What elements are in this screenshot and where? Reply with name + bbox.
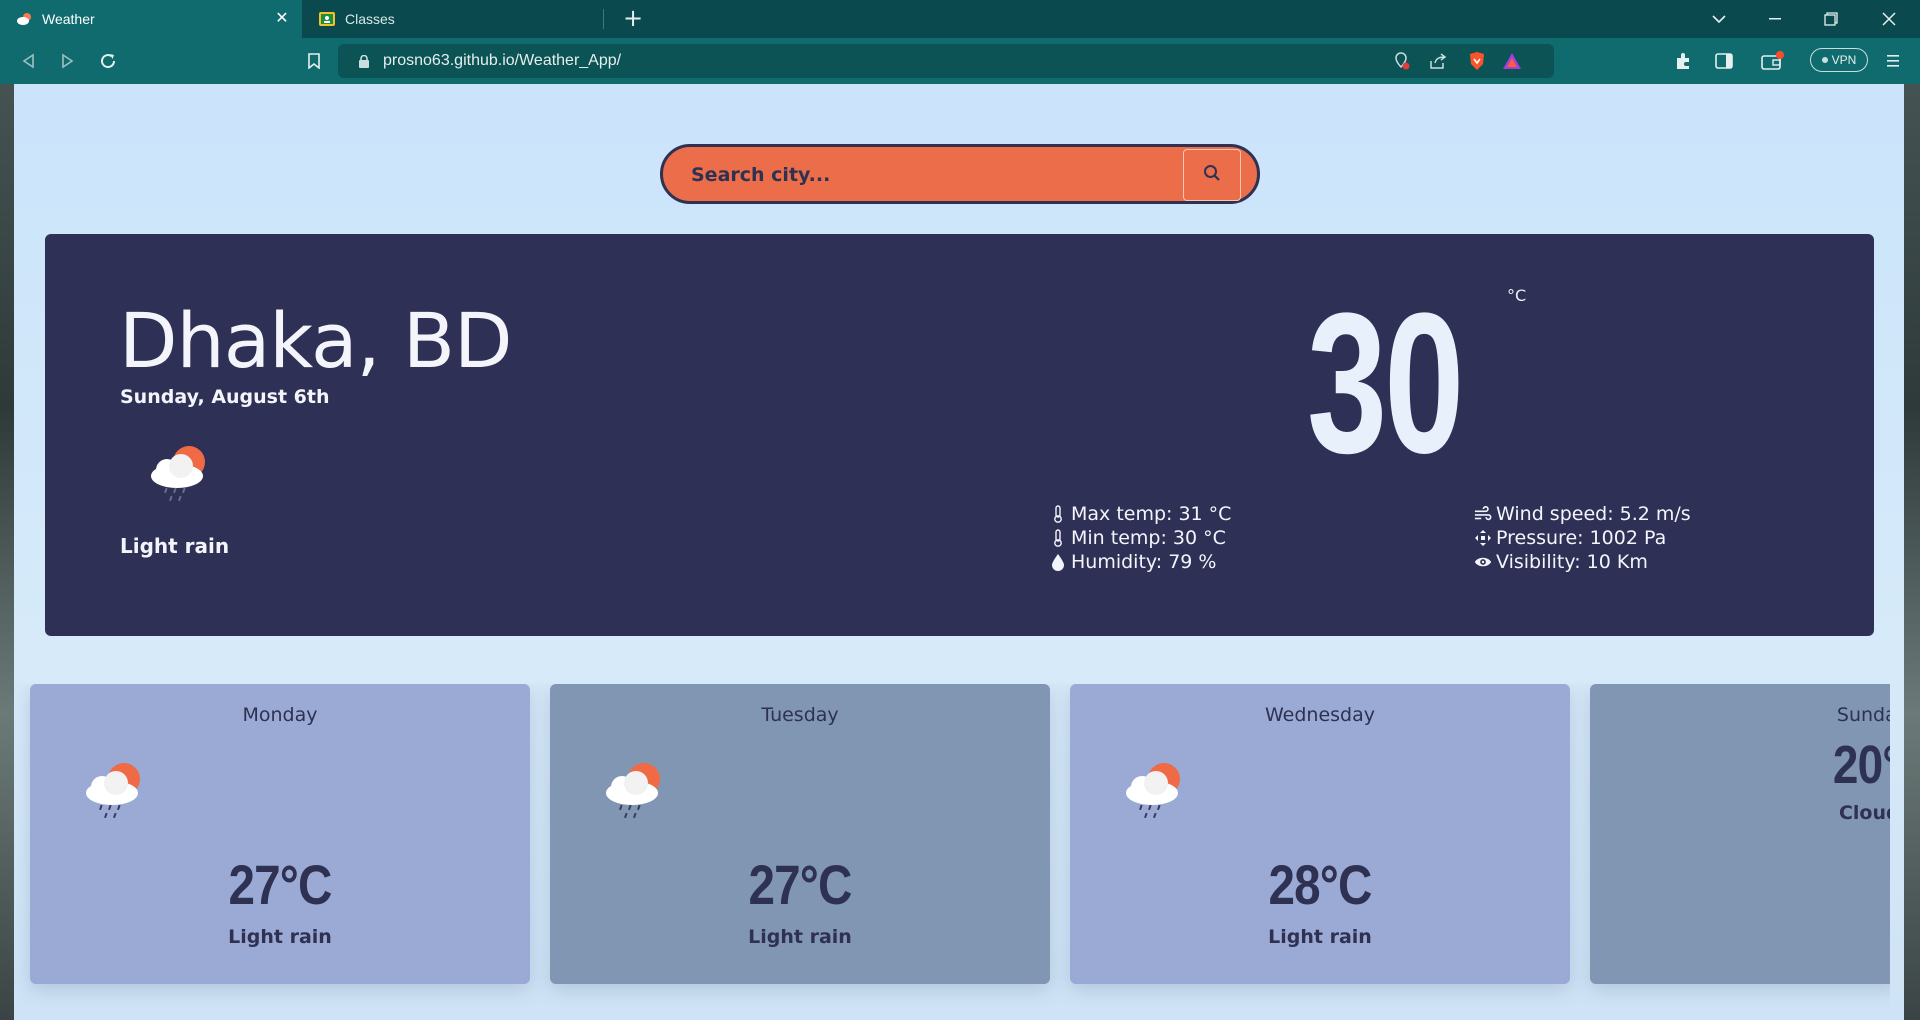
minimize-icon[interactable] bbox=[1752, 0, 1798, 38]
url-text: prosno63.github.io/Weather_App/ bbox=[383, 52, 622, 69]
vpn-button[interactable]: VPN bbox=[1810, 48, 1868, 72]
current-date: Sunday, August 6th bbox=[120, 386, 330, 408]
vpn-label: VPN bbox=[1831, 53, 1857, 67]
max-temp-text: Max temp: 31 °C bbox=[1071, 503, 1232, 525]
thermometer-icon bbox=[1049, 504, 1067, 524]
rain-cloud-sun-icon bbox=[143, 442, 213, 502]
forecast-card-tuesday: Tuesday 27°C Light rain bbox=[550, 684, 1050, 984]
sidebar-icon[interactable] bbox=[1711, 48, 1737, 74]
tab-title: Classes bbox=[345, 11, 395, 27]
wind-speed-stat: Wind speed: 5.2 m/s bbox=[1474, 502, 1691, 526]
forecast-card-sunday: Sunday 20° Cloudy bbox=[1590, 684, 1890, 984]
visibility-stat: Visibility: 10 Km bbox=[1474, 550, 1691, 574]
tab-title: Weather bbox=[42, 11, 95, 27]
rain-cloud-sun-icon bbox=[598, 759, 668, 824]
brave-shields-icon[interactable] bbox=[1467, 51, 1487, 71]
forecast-day: Wednesday bbox=[1264, 704, 1375, 726]
current-weather-card: Dhaka, BD Sunday, August 6th Light rain … bbox=[45, 234, 1874, 636]
new-tab-button[interactable]: + bbox=[620, 6, 646, 32]
tab-weather[interactable]: Weather ✕ bbox=[0, 0, 302, 38]
search-button[interactable] bbox=[1183, 149, 1241, 201]
weather-condition: Light rain bbox=[120, 534, 230, 558]
tab-divider bbox=[603, 9, 604, 29]
forecast-desc: Cloudy bbox=[1838, 802, 1890, 824]
menu-icon[interactable] bbox=[1880, 48, 1906, 74]
forecast-card-monday: Monday 27°C Light rain bbox=[30, 684, 530, 984]
humidity-text: Humidity: 79 % bbox=[1071, 551, 1217, 573]
wind-speed-text: Wind speed: 5.2 m/s bbox=[1496, 503, 1691, 525]
forecast-desc: Light rain bbox=[748, 926, 852, 948]
humidity-stat: Humidity: 79 % bbox=[1049, 550, 1231, 574]
forecast-card-wednesday: Wednesday 28°C Light rain bbox=[1070, 684, 1570, 984]
close-tab-icon[interactable]: ✕ bbox=[272, 9, 292, 29]
thermometer-icon bbox=[1049, 528, 1067, 548]
close-window-icon[interactable] bbox=[1866, 0, 1912, 38]
share-icon[interactable] bbox=[1428, 51, 1448, 71]
pressure-stat: Pressure: 1002 Pa bbox=[1474, 526, 1691, 550]
search-bar bbox=[660, 144, 1260, 204]
wallet-icon[interactable] bbox=[1760, 48, 1786, 74]
vpn-status-dot bbox=[1821, 57, 1828, 63]
max-temp-stat: Max temp: 31 °C bbox=[1049, 502, 1231, 526]
forecast-temp: 27°C bbox=[228, 853, 333, 916]
droplet-icon bbox=[1049, 552, 1067, 572]
forecast-day: Sunday bbox=[1836, 704, 1890, 726]
search-icon bbox=[1203, 164, 1221, 186]
pressure-text: Pressure: 1002 Pa bbox=[1496, 527, 1667, 549]
min-temp-text: Min temp: 30 °C bbox=[1071, 527, 1226, 549]
rain-cloud-sun-icon bbox=[1118, 759, 1188, 824]
reload-icon[interactable] bbox=[94, 48, 122, 74]
forecast-temp: 20° bbox=[1833, 735, 1890, 795]
forecast-day: Monday bbox=[242, 704, 318, 726]
search-input[interactable] bbox=[689, 159, 1173, 191]
weather-page: Dhaka, BD Sunday, August 6th Light rain … bbox=[14, 84, 1904, 1020]
browser-toolbar: prosno63.github.io/Weather_App/ VPN bbox=[0, 38, 1920, 84]
forward-icon[interactable] bbox=[54, 48, 82, 74]
stats-left: Max temp: 31 °C Min temp: 30 °C Humidity… bbox=[1049, 502, 1231, 574]
brave-rewards-icon[interactable] bbox=[1502, 51, 1522, 71]
stats-right: Wind speed: 5.2 m/s Pressure: 1002 Pa Vi… bbox=[1474, 502, 1691, 574]
extensions-icon[interactable] bbox=[1670, 48, 1696, 74]
tab-classes[interactable]: Classes bbox=[303, 0, 603, 38]
weather-favicon-icon bbox=[16, 11, 32, 27]
forecast-desc: Light rain bbox=[1268, 926, 1372, 948]
back-icon[interactable] bbox=[14, 48, 42, 74]
eye-icon bbox=[1474, 552, 1492, 572]
browser-tab-strip: Weather ✕ Classes + bbox=[0, 0, 1920, 38]
current-temperature: 30 bbox=[1307, 272, 1464, 495]
min-temp-stat: Min temp: 30 °C bbox=[1049, 526, 1231, 550]
rain-cloud-sun-icon bbox=[78, 759, 148, 824]
wind-icon bbox=[1474, 504, 1492, 524]
temperature-unit: °C bbox=[1507, 286, 1527, 305]
city-name: Dhaka, BD bbox=[119, 296, 512, 385]
forecast-temp: 28°C bbox=[1268, 853, 1373, 916]
forecast-row: Monday 27°C Light rain Tuesday 27°C Ligh… bbox=[14, 684, 1890, 1020]
classroom-favicon-icon bbox=[319, 11, 335, 27]
forecast-temp: 27°C bbox=[748, 853, 853, 916]
blocked-location-icon[interactable] bbox=[1392, 51, 1412, 71]
address-bar[interactable]: prosno63.github.io/Weather_App/ bbox=[338, 44, 1554, 78]
lock-icon[interactable] bbox=[354, 51, 374, 71]
forecast-desc: Light rain bbox=[228, 926, 332, 948]
forecast-day: Tuesday bbox=[761, 704, 839, 726]
tab-search-chevron-icon[interactable] bbox=[1696, 0, 1742, 38]
restore-icon[interactable] bbox=[1808, 0, 1854, 38]
compress-icon bbox=[1474, 528, 1492, 548]
bookmark-icon[interactable] bbox=[300, 48, 328, 74]
visibility-text: Visibility: 10 Km bbox=[1496, 551, 1648, 573]
